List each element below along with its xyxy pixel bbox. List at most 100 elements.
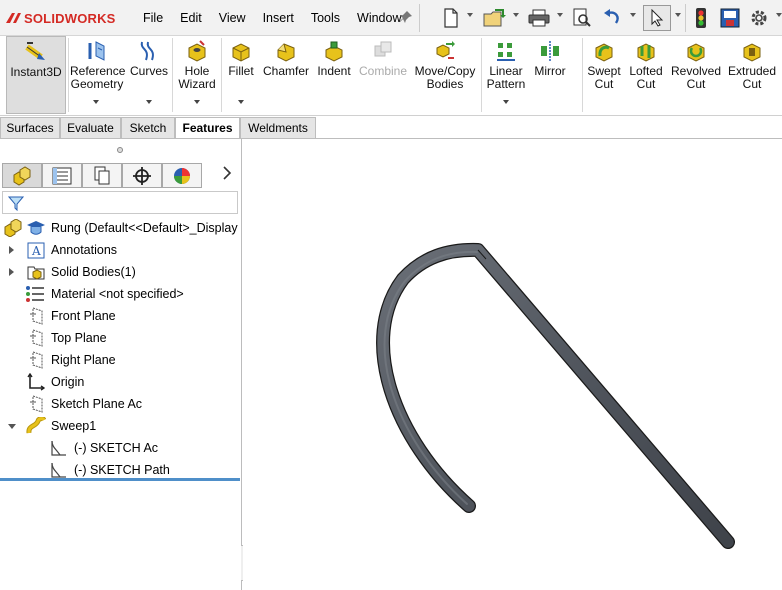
expand-solid-bodies-icon[interactable] <box>9 268 14 276</box>
revolved-cut-icon <box>687 43 705 62</box>
property-manager-tab[interactable] <box>42 163 82 188</box>
pin-icon[interactable] <box>399 10 413 27</box>
ribbon-separator <box>481 38 482 112</box>
revolved-cut-button[interactable]: Revolved Cut <box>669 36 723 114</box>
extruded-cut-label-2: Cut <box>742 77 762 91</box>
sketch-plane-label: Sketch Plane Ac <box>51 397 143 411</box>
panel-grip-handle[interactable] <box>117 147 123 153</box>
reference-geometry-label-2: Geometry <box>70 77 124 91</box>
undo-dropdown-caret[interactable] <box>630 13 636 17</box>
tree-item-annotations[interactable]: A Annotations <box>0 239 240 261</box>
new-document-icon[interactable] <box>440 5 462 31</box>
tree-item-right-plane[interactable]: Right Plane <box>0 349 240 371</box>
tree-item-solid-bodies[interactable]: Solid Bodies(1) <box>0 261 240 283</box>
ribbon-separator <box>221 38 222 112</box>
open-dropdown-caret[interactable] <box>513 13 519 17</box>
menu-window[interactable]: Window <box>357 11 401 25</box>
panel-tabs-more-icon[interactable] <box>222 166 232 184</box>
material-icon <box>26 286 44 302</box>
combine-icon <box>374 41 392 57</box>
menu-edit[interactable]: Edit <box>180 11 202 25</box>
material-label: Material <not specified> <box>51 287 184 301</box>
print-dropdown-caret[interactable] <box>557 13 563 17</box>
undo-icon[interactable] <box>600 5 624 31</box>
move-copy-bodies-button[interactable]: Move/Copy Bodies <box>413 36 477 114</box>
collapse-sweep1-icon[interactable] <box>8 424 16 429</box>
gear-icon[interactable] <box>746 5 772 31</box>
dimxpert-manager-tab[interactable] <box>122 163 162 188</box>
solid-bodies-folder-icon <box>27 266 45 280</box>
tree-item-front-plane[interactable]: Front Plane <box>0 305 240 327</box>
sketch-icon <box>51 462 66 478</box>
tab-surfaces[interactable]: Surfaces <box>0 117 60 139</box>
lofted-cut-button[interactable]: Lofted Cut <box>627 36 665 114</box>
tree-root-part[interactable]: Rung (Default<<Default>_Display S <box>0 217 240 239</box>
extruded-cut-button[interactable]: Extruded Cut <box>726 36 778 114</box>
print-icon[interactable] <box>526 5 552 31</box>
plane-icon <box>30 351 43 369</box>
tree-item-sweep1[interactable]: Sweep1 <box>0 415 240 437</box>
swept-cut-icon <box>595 43 613 62</box>
display-manager-tab[interactable] <box>162 163 202 188</box>
swept-cut-label-2: Cut <box>594 77 614 91</box>
swept-cut-button[interactable]: Swept Cut <box>585 36 623 114</box>
fillet-label: Fillet <box>228 64 254 78</box>
configuration-manager-tab[interactable] <box>82 163 122 188</box>
mirror-label: Mirror <box>534 64 566 78</box>
curves-caret[interactable] <box>146 100 152 104</box>
feature-manager-tab[interactable] <box>2 163 42 188</box>
tab-weldments[interactable]: Weldments <box>240 117 316 139</box>
instant3d-button[interactable]: Instant3D <box>6 36 66 114</box>
combine-button[interactable]: Combine <box>358 36 408 114</box>
hole-wizard-caret[interactable] <box>194 100 200 104</box>
right-plane-label: Right Plane <box>51 353 116 367</box>
feature-manager-icon <box>13 165 31 186</box>
tree-item-material[interactable]: Material <not specified> <box>0 283 240 305</box>
tab-evaluate[interactable]: Evaluate <box>60 117 121 139</box>
menu-insert[interactable]: Insert <box>263 11 294 25</box>
main-menu: File Edit View Insert Tools Window <box>143 11 419 25</box>
menu-separator <box>419 4 420 32</box>
menu-file[interactable]: File <box>143 11 163 25</box>
front-plane-label: Front Plane <box>51 309 116 323</box>
swept-rung-part[interactable] <box>243 139 782 590</box>
fillet-caret[interactable] <box>238 100 244 104</box>
tree-item-sketch-plane[interactable]: Sketch Plane Ac <box>0 393 240 415</box>
traffic-light-icon[interactable] <box>690 5 712 31</box>
indent-button[interactable]: Indent <box>313 36 355 114</box>
menu-view[interactable]: View <box>219 11 246 25</box>
expand-annotations-icon[interactable] <box>9 246 14 254</box>
ds-logo-icon <box>6 13 21 23</box>
tree-filter-input[interactable] <box>2 191 238 214</box>
crosshair-icon <box>133 166 151 185</box>
select-icon[interactable] <box>643 5 671 31</box>
options-dropdown-caret[interactable] <box>776 13 782 17</box>
menu-tools[interactable]: Tools <box>311 11 340 25</box>
linear-pattern-caret[interactable] <box>503 100 509 104</box>
open-icon[interactable] <box>482 5 508 31</box>
chamfer-button[interactable]: Chamfer <box>261 36 311 114</box>
sketch-path-label: (-) SKETCH Path <box>74 463 170 477</box>
new-dropdown-caret[interactable] <box>467 13 473 17</box>
tree-item-sketch-ac[interactable]: (-) SKETCH Ac <box>0 437 240 459</box>
extruded-cut-label-1: Extruded <box>727 64 777 78</box>
mirror-button[interactable]: Mirror <box>530 36 570 114</box>
top-plane-label: Top Plane <box>51 331 107 345</box>
tree-item-top-plane[interactable]: Top Plane <box>0 327 240 349</box>
rollback-bar[interactable] <box>0 478 240 481</box>
sketch-icon <box>51 440 66 456</box>
graphics-area[interactable] <box>243 139 782 590</box>
command-tabs: Surfaces Evaluate Sketch Features Weldme… <box>0 117 782 140</box>
tab-sketch[interactable]: Sketch <box>121 117 175 139</box>
tree-item-origin[interactable]: Origin <box>0 371 240 393</box>
tab-features[interactable]: Features <box>175 117 240 140</box>
lofted-cut-label-2: Cut <box>636 77 656 91</box>
indent-icon <box>325 41 343 62</box>
mirror-icon <box>541 41 559 61</box>
select-dropdown-caret[interactable] <box>675 13 681 17</box>
plane-icon <box>30 329 43 347</box>
zoom-icon[interactable] <box>570 5 594 31</box>
solidworks-logo[interactable]: SOLIDWORKS <box>4 8 116 28</box>
reference-geometry-caret[interactable] <box>93 100 99 104</box>
file-properties-icon[interactable] <box>718 5 742 31</box>
